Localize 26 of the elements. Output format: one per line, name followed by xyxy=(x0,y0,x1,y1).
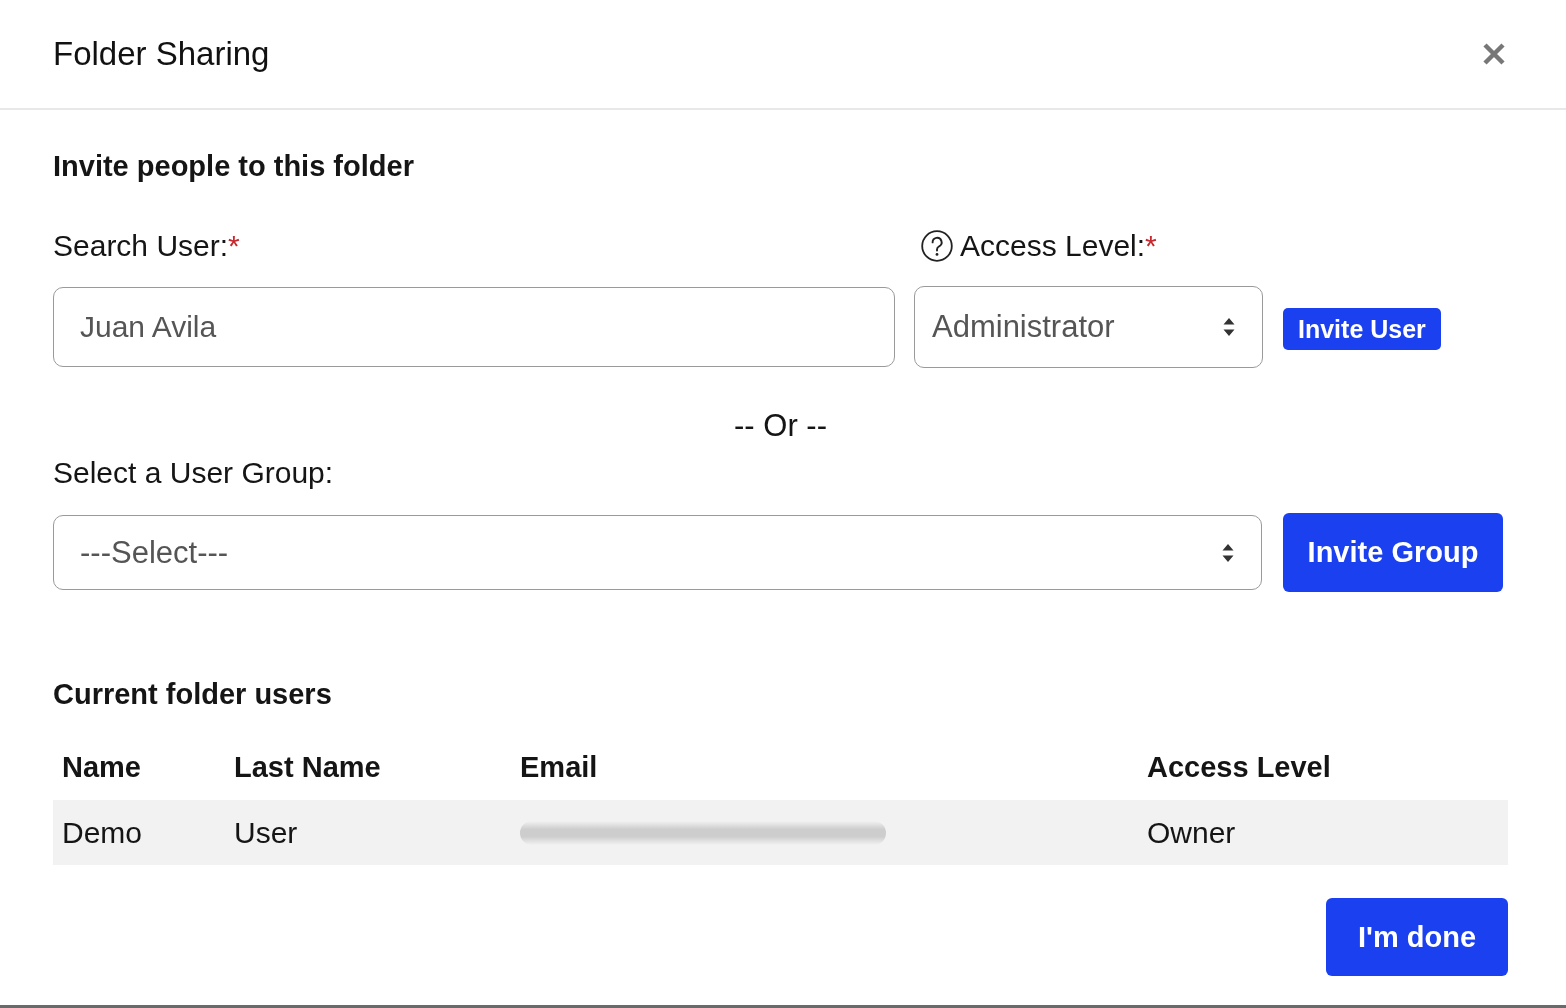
close-icon[interactable] xyxy=(1482,42,1506,66)
done-button[interactable]: I'm done xyxy=(1326,898,1508,976)
required-asterisk: * xyxy=(1145,228,1157,264)
field-label: Access Level: xyxy=(960,228,1146,264)
table-cell: Owner xyxy=(1147,815,1236,849)
invite-user-button[interactable]: Invite User xyxy=(1283,308,1441,350)
table-cell: User xyxy=(234,815,298,849)
column-header: Email xyxy=(520,750,598,783)
user-group-select[interactable]: ---Select--- xyxy=(53,515,1262,590)
required-asterisk: * xyxy=(228,228,240,264)
column-header: Access Level xyxy=(1147,750,1331,783)
invite-group-button[interactable]: Invite Group xyxy=(1283,513,1503,592)
search-user-field[interactable]: Juan Avila xyxy=(53,287,895,367)
dialog-title: Folder Sharing xyxy=(53,34,270,74)
separator-text: -- Or -- xyxy=(734,408,827,443)
section-heading: Current folder users xyxy=(53,677,332,712)
updown-caret-icon xyxy=(1223,317,1235,337)
access-level-select[interactable]: Administrator xyxy=(914,286,1263,368)
field-label: Search User: xyxy=(53,228,229,264)
table-cell: Demo xyxy=(62,815,143,849)
updown-caret-icon xyxy=(1222,542,1234,563)
field-label: Select a User Group: xyxy=(53,455,334,491)
section-heading: Invite people to this folder xyxy=(53,149,414,184)
question-mark-icon[interactable] xyxy=(921,230,953,262)
column-header: Name xyxy=(62,750,141,783)
column-header: Last Name xyxy=(234,750,381,783)
